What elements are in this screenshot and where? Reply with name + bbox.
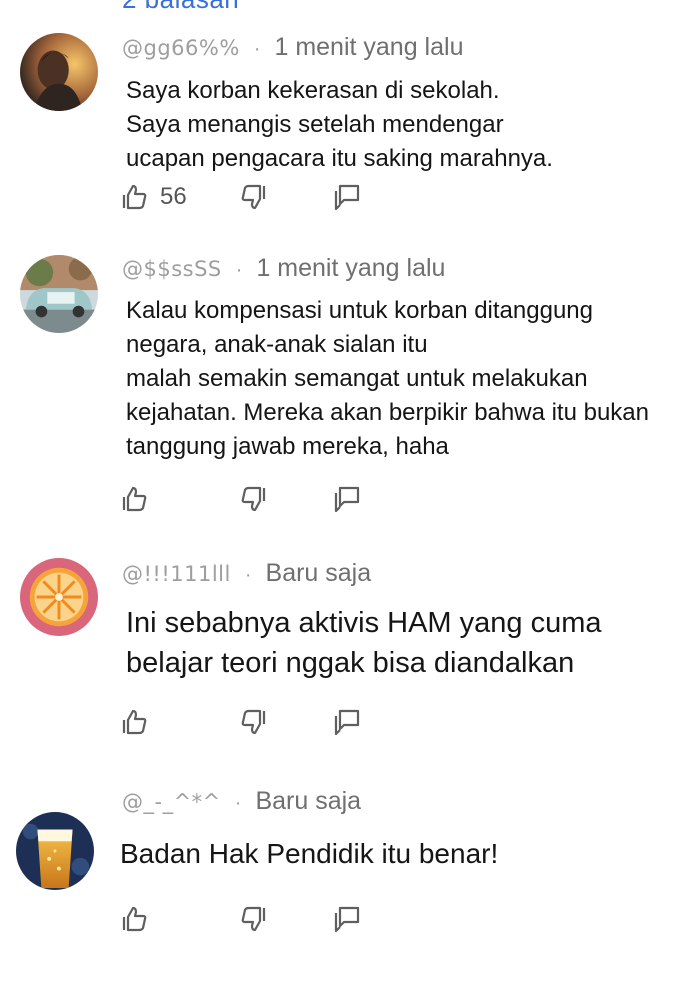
thumbs-up-icon bbox=[120, 182, 150, 212]
comment-timestamp: 1 menit yang lalu bbox=[256, 254, 446, 282]
like-button[interactable] bbox=[120, 705, 150, 739]
comment-line: Ini sebabnya aktivis HAM yang cuma bbox=[126, 607, 602, 639]
comment-line: Saya korban kekerasan di sekolah. bbox=[126, 77, 500, 104]
avatar[interactable] bbox=[16, 812, 94, 890]
reply-button[interactable] bbox=[332, 180, 362, 214]
comment-line: Kalau kompensasi untuk korban ditanggung bbox=[126, 297, 593, 324]
avatar[interactable] bbox=[20, 255, 98, 333]
reply-icon bbox=[332, 904, 362, 934]
like-button[interactable] bbox=[120, 902, 150, 936]
reply-button[interactable] bbox=[332, 705, 362, 739]
thumbs-up-icon bbox=[120, 484, 150, 514]
reply-icon bbox=[332, 182, 362, 212]
separator-dot: · bbox=[234, 792, 242, 814]
avatar[interactable] bbox=[20, 558, 98, 636]
like-count: 56 bbox=[160, 183, 187, 210]
comment-text: Saya korban kekerasan di sekolah. Saya m… bbox=[126, 74, 553, 176]
comment-actions: 56 bbox=[120, 180, 380, 214]
comment-text: Kalau kompensasi untuk korban ditanggung… bbox=[126, 294, 649, 464]
comment-line: negara, anak-anak sialan itu bbox=[126, 331, 428, 358]
comment-line: kejahatan. Mereka akan berpikir bahwa it… bbox=[126, 399, 649, 426]
comment-line: Saya menangis setelah mendengar bbox=[126, 111, 504, 138]
comment-line: malah semakin semangat untuk melakukan bbox=[126, 365, 588, 392]
separator-dot: · bbox=[253, 38, 261, 60]
thumbs-down-icon bbox=[238, 904, 268, 934]
comment-actions bbox=[120, 705, 380, 739]
reply-icon bbox=[332, 707, 362, 737]
avatar[interactable] bbox=[20, 33, 98, 111]
comment-line: Badan Hak Pendidik itu benar! bbox=[120, 838, 499, 869]
comment-line: tanggung jawab mereka, haha bbox=[126, 433, 449, 460]
like-button[interactable] bbox=[120, 482, 150, 516]
comment-username[interactable]: @$$ssSS bbox=[122, 257, 222, 281]
thumbs-up-icon bbox=[120, 904, 150, 934]
like-button[interactable]: 56 bbox=[120, 180, 187, 214]
dislike-button[interactable] bbox=[238, 180, 268, 214]
comment-username[interactable]: @gg66%% bbox=[122, 36, 240, 60]
reply-button[interactable] bbox=[332, 482, 362, 516]
view-replies-link[interactable]: 2 balasan bbox=[122, 0, 239, 15]
thumbs-down-icon bbox=[238, 182, 268, 212]
comment-text: Badan Hak Pendidik itu benar! bbox=[120, 834, 498, 874]
dislike-button[interactable] bbox=[238, 705, 268, 739]
thumbs-down-icon bbox=[238, 484, 268, 514]
thumbs-up-icon bbox=[120, 707, 150, 737]
separator-dot: · bbox=[235, 259, 243, 281]
comment-text: Ini sebabnya aktivis HAM yang cuma belaj… bbox=[126, 603, 602, 683]
comment-line: belajar teori nggak bisa diandalkan bbox=[126, 647, 575, 679]
comment-timestamp: Baru saja bbox=[255, 787, 362, 815]
comment-line: ucapan pengacara itu saking marahnya. bbox=[126, 145, 553, 172]
reply-icon bbox=[332, 484, 362, 514]
thumbs-down-icon bbox=[238, 707, 268, 737]
comment-username[interactable]: @_-_^*^ bbox=[122, 790, 221, 814]
comment-timestamp: Baru saja bbox=[265, 559, 372, 587]
comment-actions bbox=[120, 902, 380, 936]
comment-username[interactable]: @!!!111lll bbox=[122, 562, 231, 586]
dislike-button[interactable] bbox=[238, 902, 268, 936]
reply-button[interactable] bbox=[332, 902, 362, 936]
comment-timestamp: 1 menit yang lalu bbox=[274, 33, 464, 61]
comment-actions bbox=[120, 482, 380, 516]
separator-dot: · bbox=[244, 564, 252, 586]
dislike-button[interactable] bbox=[238, 482, 268, 516]
